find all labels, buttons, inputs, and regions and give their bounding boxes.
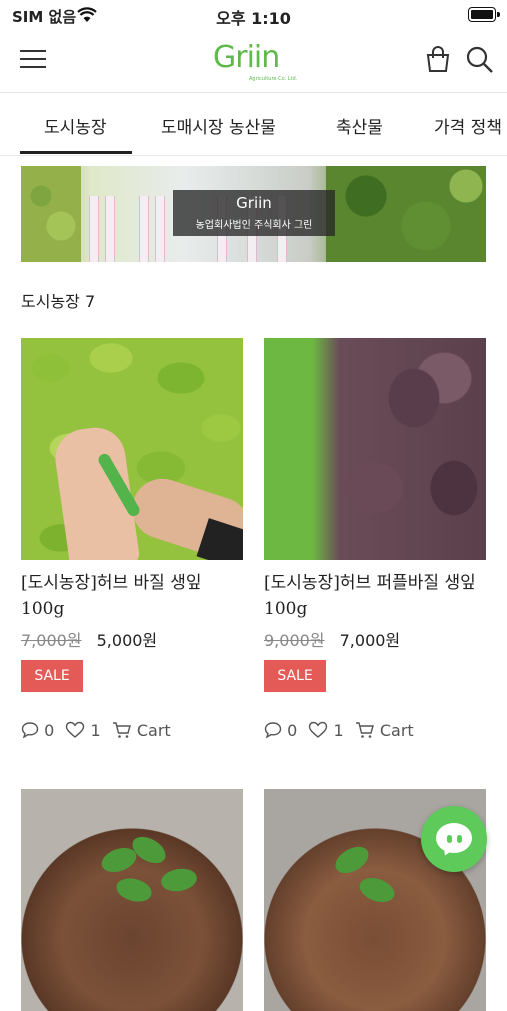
like-count: 1 <box>333 721 344 740</box>
image-leaf <box>356 873 398 907</box>
promo-banner[interactable]: Griin 농업회사법인 주식회사 그린 <box>21 166 486 262</box>
add-to-cart-button[interactable]: Cart <box>112 721 171 740</box>
tab-wholesale-produce[interactable]: 도매시장 농산물 <box>161 113 276 138</box>
logo-subtitle: Agriculture Co. Ltd. <box>249 76 298 82</box>
product-image[interactable] <box>21 789 243 1011</box>
product-actions: 0 1 Cart <box>21 721 177 740</box>
image-leaf <box>127 831 171 869</box>
section-title: 도시농장 7 <box>21 292 96 311</box>
tab-price-policy[interactable]: 가격 정책 <box>434 113 502 138</box>
banner-rack <box>89 196 99 262</box>
search-icon[interactable] <box>465 45 495 75</box>
tab-urban-farm[interactable]: 도시농장 <box>44 113 107 138</box>
cart-label: Cart <box>379 721 414 740</box>
cart-icon <box>355 722 374 738</box>
shopping-bag-icon[interactable] <box>424 45 452 73</box>
sale-price: 5,000원 <box>96 631 158 650</box>
product-card[interactable] <box>21 789 243 1011</box>
cart-icon <box>112 722 131 738</box>
heart-icon <box>66 721 85 738</box>
like-count: 1 <box>90 721 101 740</box>
tabs-divider <box>0 155 507 156</box>
product-name[interactable]: [도시농장]허브 바질 생잎 100g <box>21 570 243 622</box>
comment-count: 0 <box>44 721 55 740</box>
banner-greens-right <box>326 166 486 262</box>
banner-rack <box>139 196 149 262</box>
heart-icon <box>309 721 328 738</box>
banner-caption: 농업회사법인 주식회사 그린 <box>195 220 313 231</box>
original-price: 9,000원 <box>264 631 325 650</box>
banner-logo: Griin <box>236 194 272 212</box>
status-bar: SIM 없음 오후 1:10 <box>0 0 507 30</box>
cart-label: Cart <box>136 721 171 740</box>
product-image[interactable] <box>264 338 486 560</box>
sale-badge: SALE <box>264 660 326 692</box>
image-leaf <box>113 874 155 906</box>
menu-icon[interactable] <box>20 48 46 70</box>
chat-icon-eye <box>447 835 452 843</box>
banner-overlay: Griin 농업회사법인 주식회사 그린 <box>173 190 335 236</box>
original-price: 7,000원 <box>21 631 82 650</box>
add-to-cart-button[interactable]: Cart <box>355 721 414 740</box>
comment-button[interactable]: 0 <box>21 721 54 740</box>
product-image[interactable] <box>21 338 243 560</box>
active-tab-indicator <box>20 151 132 154</box>
category-tabs: 도시농장 도매시장 농산물 축산물 가격 정책 <box>0 93 507 155</box>
image-leaf <box>159 866 199 894</box>
sale-price: 7,000원 <box>339 631 401 650</box>
banner-rack <box>105 196 115 262</box>
comment-icon <box>21 722 39 739</box>
status-time: 오후 1:10 <box>216 9 291 28</box>
logo-text: Griin <box>213 40 280 75</box>
banner-rack <box>155 196 165 262</box>
comment-count: 0 <box>287 721 298 740</box>
app-header: Griin Agriculture Co. Ltd. <box>0 30 507 92</box>
banner-greens-left <box>21 166 81 262</box>
like-button[interactable]: 1 <box>65 721 101 740</box>
brand-logo[interactable]: Griin Agriculture Co. Ltd. <box>213 40 303 84</box>
comment-icon <box>264 722 282 739</box>
image-leaf <box>330 841 374 879</box>
like-button[interactable]: 1 <box>308 721 344 740</box>
chat-icon-eye <box>457 835 462 843</box>
comment-button[interactable]: 0 <box>264 721 297 740</box>
tab-livestock[interactable]: 축산물 <box>336 113 383 138</box>
price-row: 7,000원 5,000원 <box>21 627 157 651</box>
price-row: 9,000원 7,000원 <box>264 627 400 651</box>
battery-icon <box>468 7 500 22</box>
sale-badge: SALE <box>21 660 83 692</box>
product-actions: 0 1 Cart <box>264 721 420 740</box>
product-name[interactable]: [도시농장]허브 퍼플바질 생잎 100g <box>264 570 486 622</box>
chat-button[interactable] <box>421 806 487 872</box>
